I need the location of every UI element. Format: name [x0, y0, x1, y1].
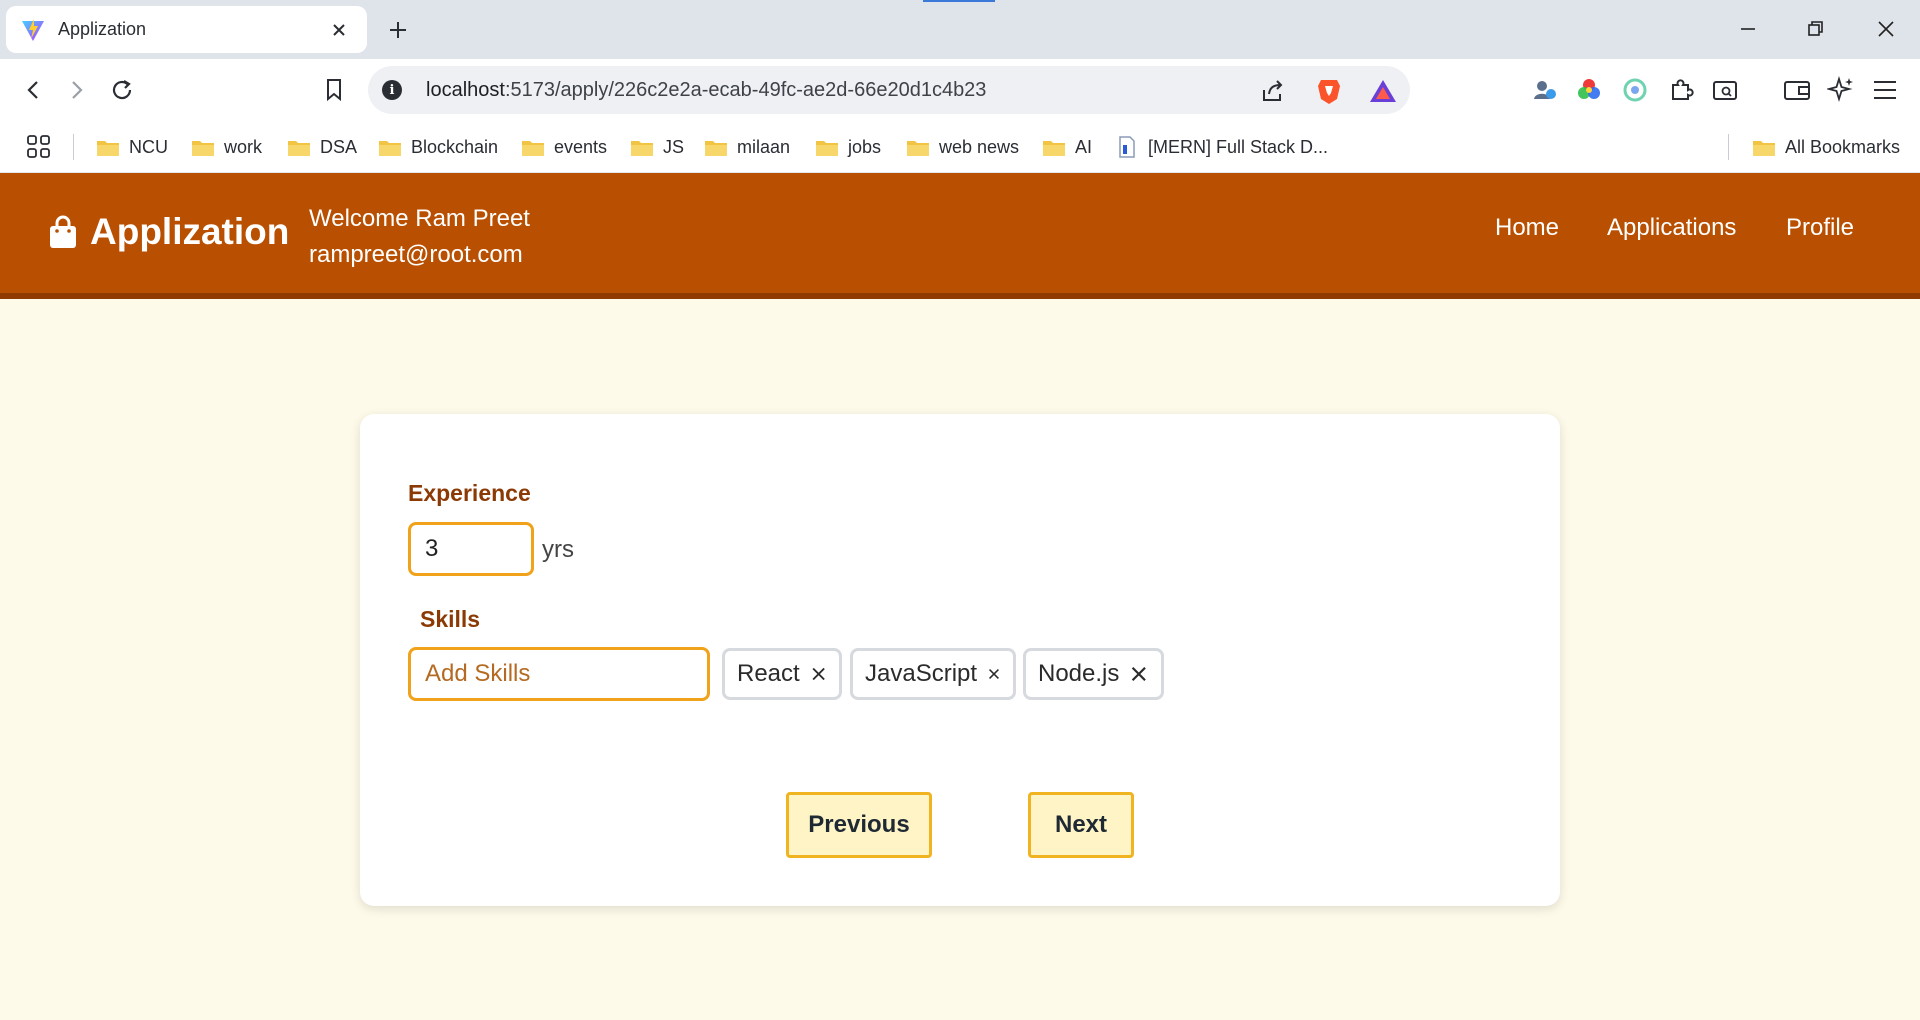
- app-header: Applization Welcome Ram Preet rampreet@r…: [0, 173, 1920, 299]
- menu-icon[interactable]: [1870, 75, 1900, 105]
- restore-icon[interactable]: [1796, 12, 1836, 46]
- remove-skill-icon[interactable]: [1129, 663, 1149, 685]
- experience-label: Experience: [408, 480, 531, 506]
- bookmark-icon[interactable]: [316, 72, 352, 108]
- skill-chip-label: React: [737, 660, 800, 687]
- folder-icon: [816, 140, 838, 156]
- bookmark-label: NCU: [129, 136, 168, 157]
- experience-value: 3: [425, 535, 439, 562]
- skill-chip-label: JavaScript: [865, 660, 978, 687]
- bookmark-label: work: [224, 136, 263, 157]
- shopping-bag-icon: [50, 215, 76, 248]
- bookmark-milaan[interactable]: milaan: [704, 134, 790, 160]
- folder-icon: [379, 140, 401, 156]
- reload-icon[interactable]: [104, 72, 140, 108]
- browser-tab-strip: Applization: [0, 0, 1920, 59]
- all-bookmarks-label: All Bookmarks: [1785, 136, 1901, 157]
- bookmark-label: DSA: [320, 136, 358, 157]
- bookmark-ncu[interactable]: NCU: [96, 134, 168, 160]
- bookmark-label: Blockchain: [411, 136, 499, 157]
- tab-strip-accent: [923, 0, 995, 2]
- welcome-text: Welcome Ram Preet: [309, 205, 530, 232]
- extension-user-icon[interactable]: [1530, 75, 1560, 105]
- folder-icon: [288, 140, 310, 156]
- bookmark-label: [MERN] Full Stack D...: [1148, 136, 1329, 157]
- add-skills-placeholder: Add Skills: [425, 660, 531, 687]
- folder-icon: [705, 140, 727, 156]
- folder-icon: [1753, 140, 1775, 156]
- bookmark-jobs[interactable]: jobs: [815, 134, 881, 160]
- brave-shield-icon[interactable]: [1314, 76, 1344, 106]
- tab-close-icon[interactable]: [325, 16, 353, 44]
- bookmark-label: JS: [663, 136, 685, 157]
- all-bookmarks[interactable]: All Bookmarks: [1752, 134, 1900, 160]
- bookmark-label: AI: [1075, 136, 1093, 157]
- add-skills-input[interactable]: Add Skills: [408, 647, 710, 701]
- folder-icon: [192, 140, 214, 156]
- extensions-puzzle-icon[interactable]: [1666, 75, 1696, 105]
- folder-icon: [522, 140, 544, 156]
- wallet-icon[interactable]: [1782, 75, 1812, 105]
- new-tab-icon[interactable]: [382, 14, 414, 46]
- bookmark-blockchain[interactable]: Blockchain: [378, 134, 498, 160]
- experience-unit: yrs: [542, 536, 574, 563]
- remove-skill-icon[interactable]: [810, 663, 827, 685]
- tab-title: Applization: [58, 19, 147, 39]
- skill-chip-label: Node.js: [1038, 660, 1120, 687]
- ai-sparkle-icon[interactable]: [1826, 75, 1856, 105]
- remove-skill-icon[interactable]: [987, 663, 1001, 685]
- document-icon: [1119, 136, 1135, 158]
- forward-icon[interactable]: [58, 72, 94, 108]
- bookmark-work[interactable]: work: [191, 134, 262, 160]
- previous-button[interactable]: Previous: [786, 792, 932, 858]
- skill-chip-javascript: JavaScript: [850, 648, 1016, 700]
- skill-chip-react: React: [722, 648, 842, 700]
- vite-favicon-icon: [22, 18, 44, 41]
- skills-label: Skills: [420, 606, 481, 632]
- nav-profile[interactable]: Profile: [1786, 214, 1854, 242]
- site-info-icon[interactable]: i: [382, 80, 402, 100]
- bookmark-events[interactable]: events: [521, 134, 607, 160]
- apps-grid-icon[interactable]: [26, 134, 52, 160]
- bookmark-dsa[interactable]: DSA: [287, 134, 357, 160]
- user-info: Welcome Ram Preet rampreet@root.com: [309, 201, 530, 273]
- back-icon[interactable]: [16, 72, 52, 108]
- close-window-icon[interactable]: [1866, 12, 1906, 46]
- bookmark-label: events: [554, 136, 608, 157]
- bookmark-web-news[interactable]: web news: [906, 134, 1019, 160]
- skill-chip-nodejs: Node.js: [1023, 648, 1164, 700]
- next-button[interactable]: Next: [1028, 792, 1134, 858]
- bookmark-js[interactable]: JS: [630, 134, 684, 160]
- folder-icon: [97, 140, 119, 156]
- nav-home[interactable]: Home: [1495, 214, 1559, 242]
- reader-mode-icon[interactable]: [1710, 75, 1740, 105]
- browser-toolbar: i localhost:5173/apply/226c2e2a-ecab-49f…: [0, 59, 1920, 121]
- url-text: localhost:5173/apply/226c2e2a-ecab-49fc-…: [426, 79, 987, 101]
- address-bar[interactable]: i localhost:5173/apply/226c2e2a-ecab-49f…: [368, 66, 1410, 114]
- application-form-card: Experience 3 yrs Skills Add Skills React…: [360, 414, 1560, 906]
- extension-target-icon[interactable]: [1620, 75, 1650, 105]
- brand-logo[interactable]: Applization: [48, 211, 289, 253]
- minimize-icon[interactable]: [1728, 12, 1768, 46]
- color-picker-icon[interactable]: [1574, 75, 1604, 105]
- folder-icon: [631, 140, 653, 156]
- share-icon[interactable]: [1258, 76, 1288, 106]
- folder-icon: [907, 140, 929, 156]
- nav-applications[interactable]: Applications: [1607, 214, 1736, 242]
- browser-tab[interactable]: Applization: [6, 6, 367, 53]
- bookmarks-bar: NCU work DSA Blockchain events JS milaan…: [0, 121, 1920, 173]
- experience-input[interactable]: 3: [408, 522, 534, 576]
- bookmark-label: jobs: [848, 136, 882, 157]
- bookmarks-divider: [1728, 134, 1729, 160]
- brand-name: Applization: [90, 211, 290, 252]
- brave-rewards-icon[interactable]: [1368, 76, 1398, 106]
- bookmark-ai[interactable]: AI: [1042, 134, 1092, 160]
- bookmark-label: milaan: [737, 136, 791, 157]
- bookmarks-divider: [73, 134, 74, 160]
- user-email: rampreet@root.com: [309, 241, 523, 268]
- bookmark-mern[interactable]: [MERN] Full Stack D...: [1118, 134, 1328, 160]
- folder-icon: [1043, 140, 1065, 156]
- bookmark-label: web news: [939, 136, 1020, 157]
